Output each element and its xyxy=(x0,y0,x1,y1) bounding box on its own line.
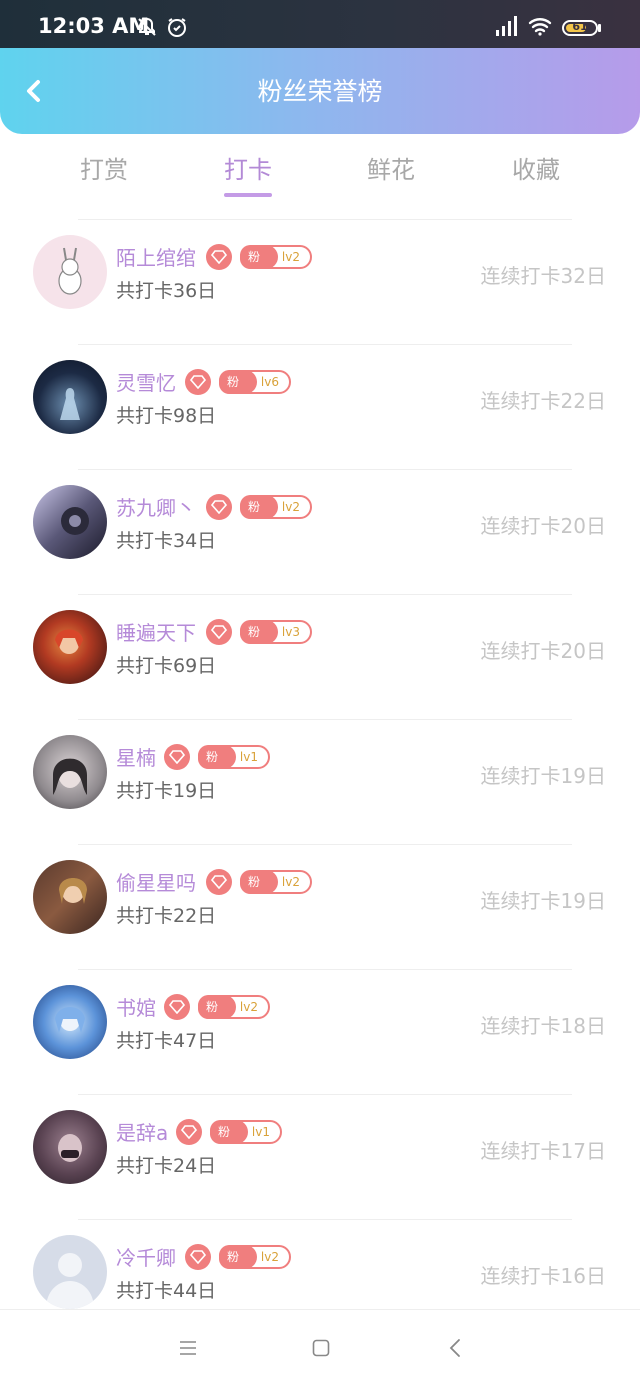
bell-muted-icon xyxy=(136,16,158,42)
total-checkin: 共打卡36日 xyxy=(116,280,217,302)
square-home-icon xyxy=(312,1339,330,1357)
signal-icon xyxy=(494,14,520,42)
streak-checkin: 连续打卡19日 xyxy=(480,764,606,788)
streak-checkin: 连续打卡32日 xyxy=(480,264,606,288)
fan-level-badge: 粉 lv2 xyxy=(219,1245,291,1269)
fan-level-badge: 粉 lv1 xyxy=(198,745,270,769)
streak-checkin: 连续打卡18日 xyxy=(480,1014,606,1038)
fan-name: 星楠 xyxy=(116,746,156,770)
diamond-icon xyxy=(206,494,232,520)
diamond-icon xyxy=(185,1244,211,1270)
page-title: 粉丝荣誉榜 xyxy=(257,77,383,106)
total-checkin: 共打卡22日 xyxy=(116,905,217,927)
home-button[interactable] xyxy=(311,1338,331,1362)
avatar[interactable] xyxy=(33,610,107,684)
total-checkin: 共打卡34日 xyxy=(116,530,217,552)
diamond-icon xyxy=(164,744,190,770)
fan-name: 苏九卿丶 xyxy=(116,496,196,520)
avatar[interactable] xyxy=(33,485,107,559)
diamond-icon xyxy=(185,369,211,395)
fan-level-badge: 粉 lv3 xyxy=(240,620,312,644)
fan-name: 书婠 xyxy=(116,996,156,1020)
fan-level-badge: 粉 lv2 xyxy=(240,870,312,894)
menu-button[interactable] xyxy=(178,1338,198,1362)
list-item[interactable]: 苏九卿丶 粉 lv2 共打卡34日 连续打卡20日 xyxy=(0,470,640,594)
avatar[interactable] xyxy=(33,1110,107,1184)
fan-level-badge: 粉 lv2 xyxy=(240,245,312,269)
list-item[interactable]: 睡遍天下 粉 lv3 共打卡69日 连续打卡20日 xyxy=(0,595,640,719)
fan-level-badge: 粉 lv6 xyxy=(219,370,291,394)
fan-name: 冷千卿 xyxy=(116,1246,176,1270)
chevron-left-icon xyxy=(449,1339,460,1357)
list-item[interactable]: 书婠 粉 lv2 共打卡47日 连续打卡18日 xyxy=(0,970,640,1094)
diamond-icon xyxy=(206,869,232,895)
system-navigation-bar xyxy=(0,1309,640,1388)
avatar[interactable] xyxy=(33,985,107,1059)
total-checkin: 共打卡98日 xyxy=(116,405,217,427)
streak-checkin: 连续打卡17日 xyxy=(480,1139,606,1163)
fan-name: 灵雪忆 xyxy=(116,371,176,395)
status-bar: 12:03 AM 61 xyxy=(0,0,640,48)
fan-name: 是辞a xyxy=(116,1121,169,1145)
avatar[interactable] xyxy=(33,360,107,434)
fan-list: 陌上绾绾 粉 lv2 共打卡36日 连续打卡32日 灵雪忆 粉 lv6 共打卡98日… xyxy=(0,219,640,1344)
list-item[interactable]: 偷星星吗 粉 lv2 共打卡22日 连续打卡19日 xyxy=(0,845,640,969)
tab-collect[interactable]: 收藏 xyxy=(476,150,596,185)
streak-checkin: 连续打卡20日 xyxy=(480,514,606,538)
streak-checkin: 连续打卡22日 xyxy=(480,389,606,413)
wifi-icon xyxy=(528,16,552,40)
list-item[interactable]: 星楠 粉 lv1 共打卡19日 连续打卡19日 xyxy=(0,720,640,844)
avatar[interactable] xyxy=(33,235,107,309)
fan-level-badge: 粉 lv2 xyxy=(198,995,270,1019)
diamond-icon xyxy=(206,619,232,645)
avatar[interactable] xyxy=(33,860,107,934)
tab-bar: 打赏 打卡 鲜花 收藏 xyxy=(0,140,640,210)
total-checkin: 共打卡69日 xyxy=(116,655,217,677)
total-checkin: 共打卡19日 xyxy=(116,780,217,802)
fan-level-badge: 粉 lv2 xyxy=(240,495,312,519)
total-checkin: 共打卡44日 xyxy=(116,1280,217,1302)
avatar[interactable] xyxy=(33,1235,107,1309)
avatar[interactable] xyxy=(33,735,107,809)
list-item[interactable]: 灵雪忆 粉 lv6 共打卡98日 连续打卡22日 xyxy=(0,345,640,469)
system-back-button[interactable] xyxy=(446,1338,466,1362)
streak-checkin: 连续打卡20日 xyxy=(480,639,606,663)
list-item[interactable]: 陌上绾绾 粉 lv2 共打卡36日 连续打卡32日 xyxy=(0,220,640,344)
total-checkin: 共打卡47日 xyxy=(116,1030,217,1052)
fan-name: 陌上绾绾 xyxy=(116,246,196,270)
streak-checkin: 连续打卡19日 xyxy=(480,889,606,913)
streak-checkin: 连续打卡16日 xyxy=(480,1264,606,1288)
battery-level: 61 xyxy=(572,20,588,33)
fan-name: 睡遍天下 xyxy=(116,621,196,645)
battery-icon: 61 xyxy=(562,20,598,36)
alarm-icon xyxy=(166,16,188,42)
header: 粉丝荣誉榜 xyxy=(0,48,640,134)
menu-icon xyxy=(180,1341,196,1355)
diamond-icon xyxy=(176,1119,202,1145)
list-item[interactable]: 是辞a 粉 lv1 共打卡24日 连续打卡17日 xyxy=(0,1095,640,1219)
active-tab-indicator xyxy=(224,193,272,197)
fan-level-badge: 粉 lv1 xyxy=(210,1120,282,1144)
tab-reward[interactable]: 打赏 xyxy=(44,150,164,185)
diamond-icon xyxy=(164,994,190,1020)
tab-flowers[interactable]: 鲜花 xyxy=(331,150,451,185)
default-avatar-icon xyxy=(46,1253,94,1309)
fan-name: 偷星星吗 xyxy=(116,871,196,895)
tab-checkin[interactable]: 打卡 xyxy=(188,150,308,185)
status-time: 12:03 AM xyxy=(38,14,150,38)
diamond-icon xyxy=(206,244,232,270)
total-checkin: 共打卡24日 xyxy=(116,1155,217,1177)
